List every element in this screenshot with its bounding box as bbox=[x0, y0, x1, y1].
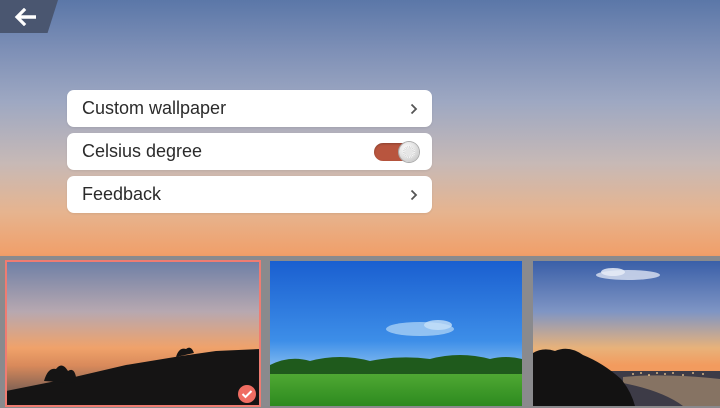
celsius-toggle[interactable] bbox=[374, 141, 419, 162]
wallpaper-thumbnails bbox=[0, 256, 720, 408]
chevron-right-icon bbox=[410, 189, 418, 201]
arrow-left-icon bbox=[14, 7, 38, 26]
check-circle-icon bbox=[238, 385, 256, 403]
feedback-item[interactable]: Feedback bbox=[67, 176, 432, 213]
wallpaper-thumbnail-sunset[interactable] bbox=[5, 260, 261, 407]
wallpaper-thumbnail-coast[interactable] bbox=[533, 261, 720, 406]
custom-wallpaper-label: Custom wallpaper bbox=[82, 98, 227, 118]
wallpaper-thumbnail-field[interactable] bbox=[270, 261, 522, 406]
chevron-right-icon bbox=[410, 103, 418, 115]
toggle-knob bbox=[399, 141, 419, 162]
settings-screen: Custom wallpaper Celsius degree Feedback bbox=[0, 0, 720, 408]
celsius-degree-item: Celsius degree bbox=[67, 133, 432, 170]
custom-wallpaper-item[interactable]: Custom wallpaper bbox=[67, 90, 432, 127]
feedback-label: Feedback bbox=[82, 184, 162, 204]
back-button[interactable] bbox=[0, 0, 58, 33]
celsius-degree-label: Celsius degree bbox=[82, 141, 203, 161]
settings-menu: Custom wallpaper Celsius degree Feedback bbox=[67, 90, 432, 219]
